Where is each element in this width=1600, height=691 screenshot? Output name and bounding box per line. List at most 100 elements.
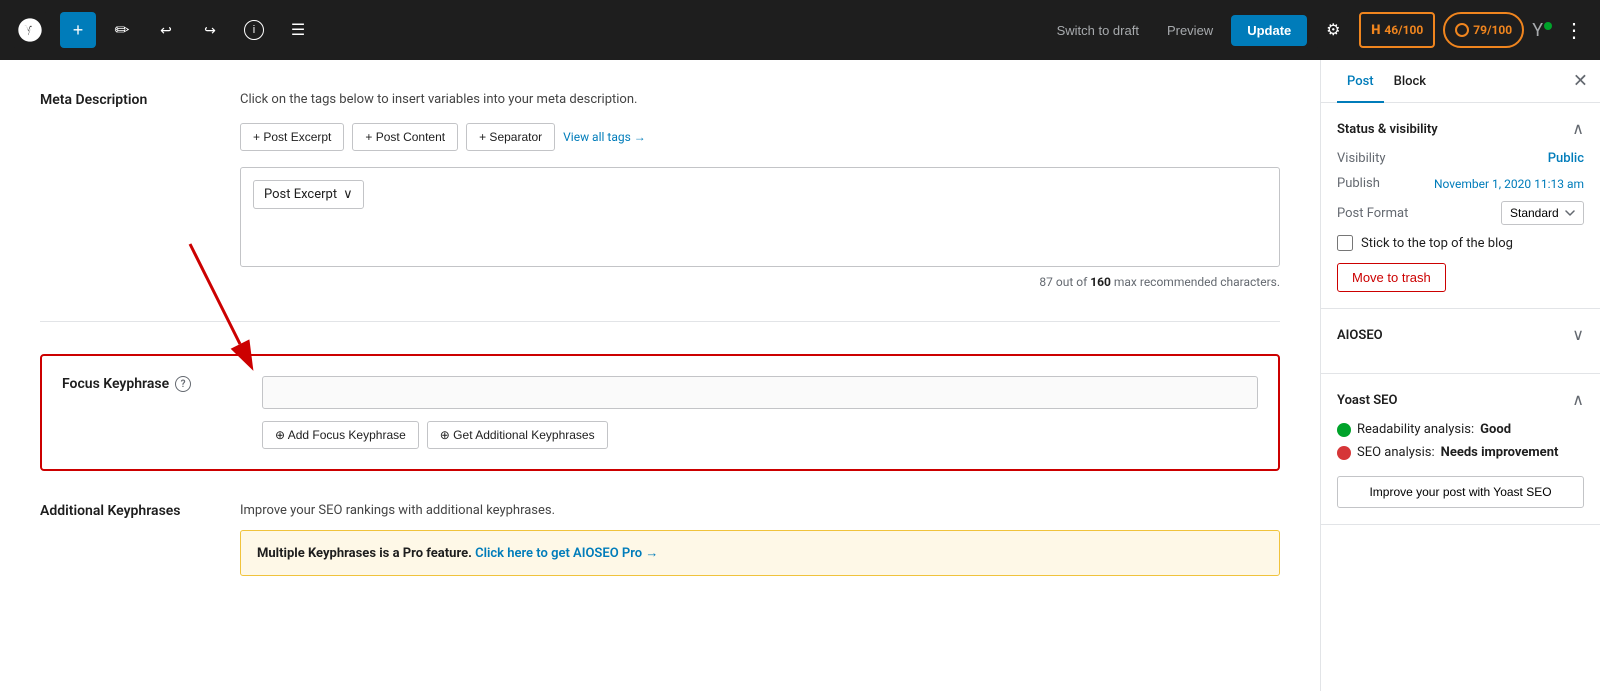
chevron-up-icon: ∧: [1572, 392, 1584, 409]
post-format-label: Post Format: [1337, 206, 1408, 221]
redo-icon: ↪: [204, 22, 216, 39]
yoast-badge[interactable]: Y: [1532, 20, 1552, 41]
chevron-up-icon: ∧: [1572, 121, 1584, 138]
undo-button[interactable]: ↩: [148, 12, 184, 48]
aioseo-collapse-button[interactable]: ∨: [1572, 325, 1584, 345]
ring-score-value: 79/100: [1473, 23, 1512, 37]
additional-keyphrases-label: Additional Keyphrases: [40, 503, 240, 576]
list-view-button[interactable]: ☰: [280, 12, 316, 48]
yoast-header: Yoast SEO ∧: [1337, 390, 1584, 410]
redo-button[interactable]: ↪: [192, 12, 228, 48]
post-format-row: Post Format Standard Aside Image Video Q…: [1337, 201, 1584, 225]
improve-yoast-button[interactable]: Improve your post with Yoast SEO: [1337, 476, 1584, 508]
separator-tag-button[interactable]: + Separator: [466, 123, 555, 151]
stick-to-top-checkbox[interactable]: [1337, 235, 1353, 251]
chevron-down-icon: ∨: [1572, 327, 1584, 344]
meta-editor[interactable]: Post Excerpt ∨: [240, 167, 1280, 267]
preview-button[interactable]: Preview: [1157, 17, 1223, 44]
char-count-max: 160: [1090, 275, 1111, 289]
post-excerpt-selector-label: Post Excerpt: [264, 187, 337, 202]
h-score-icon: H: [1371, 23, 1380, 38]
update-button[interactable]: Update: [1231, 15, 1307, 46]
char-count-suffix: max recommended characters.: [1111, 275, 1280, 289]
add-block-button[interactable]: +: [60, 12, 96, 48]
seo-analysis-row: SEO analysis: Needs improvement: [1337, 445, 1584, 460]
sidebar-tabs: Post Block ✕: [1321, 60, 1600, 103]
focus-keyphrase-buttons: ⊕ Add Focus Keyphrase ⊕ Get Additional K…: [262, 421, 1258, 449]
hemingway-score-badge[interactable]: H 46/100: [1359, 12, 1435, 48]
readability-row: Readability analysis: Good: [1337, 422, 1584, 437]
edit-tool-button[interactable]: ✏: [104, 12, 140, 48]
yoast-seo-section: Yoast SEO ∧ Readability analysis: Good S…: [1321, 374, 1600, 525]
additional-keyphrases-desc: Improve your SEO rankings with additiona…: [240, 503, 1280, 518]
pro-banner-text: Multiple Keyphrases is a Pro feature.: [257, 546, 472, 561]
seo-status-dot: [1337, 446, 1351, 460]
seo-value: Needs improvement: [1441, 445, 1559, 460]
plus-icon: +: [73, 20, 84, 41]
focus-keyphrase-title: Focus Keyphrase ?: [62, 376, 242, 392]
close-icon: ✕: [1573, 71, 1588, 91]
post-excerpt-selector[interactable]: Post Excerpt ∨: [253, 180, 364, 209]
post-format-select[interactable]: Standard Aside Image Video Quote Link Ga…: [1501, 201, 1584, 225]
yoast-title: Yoast SEO: [1337, 393, 1397, 408]
readability-label: Readability analysis:: [1357, 422, 1474, 437]
more-options-button[interactable]: ⋮: [1560, 14, 1588, 47]
pro-banner-link[interactable]: Click here to get AIOSEO Pro →: [475, 546, 658, 561]
view-all-tags-link[interactable]: View all tags →: [563, 123, 646, 151]
add-focus-keyphrase-button[interactable]: ⊕ Add Focus Keyphrase: [262, 421, 419, 449]
aioseo-section: AIOSEO ∨: [1321, 309, 1600, 374]
list-icon: ☰: [291, 20, 305, 40]
info-button[interactable]: i: [236, 12, 272, 48]
post-excerpt-tag-button[interactable]: + Post Excerpt: [240, 123, 344, 151]
tag-buttons-row: + Post Excerpt + Post Content + Separato…: [240, 123, 1280, 151]
status-visibility-section: Status & visibility ∧ Visibility Public …: [1321, 103, 1600, 309]
aioseo-score-badge[interactable]: 79/100: [1443, 12, 1524, 48]
toolbar-right: Switch to draft Preview Update ⚙ H 46/10…: [1047, 12, 1588, 48]
yoast-dot: [1544, 22, 1552, 30]
chevron-down-icon: ∨: [343, 187, 353, 202]
h-score-value: 46/100: [1384, 23, 1423, 37]
wordpress-logo[interactable]: W: [12, 12, 48, 48]
aioseo-header: AIOSEO ∨: [1337, 325, 1584, 345]
status-visibility-header: Status & visibility ∧: [1337, 119, 1584, 139]
additional-keyphrases-section: Additional Keyphrases Improve your SEO r…: [40, 503, 1280, 576]
post-content-tag-button[interactable]: + Post Content: [352, 123, 458, 151]
visibility-value[interactable]: Public: [1548, 151, 1584, 166]
yoast-collapse-button[interactable]: ∧: [1572, 390, 1584, 410]
meta-description-content: Click on the tags below to insert variab…: [240, 92, 1280, 289]
seo-label: SEO analysis:: [1357, 445, 1435, 460]
meta-desc-intro: Click on the tags below to insert variab…: [240, 92, 1280, 107]
additional-keyphrases-title: Additional Keyphrases: [40, 503, 220, 519]
content-area: Meta Description Click on the tags below…: [0, 60, 1320, 691]
switch-to-draft-button[interactable]: Switch to draft: [1047, 17, 1149, 44]
publish-date-value[interactable]: November 1, 2020 11:13 am: [1434, 177, 1584, 191]
help-icon[interactable]: ?: [175, 376, 191, 392]
move-to-trash-button[interactable]: Move to trash: [1337, 263, 1446, 292]
focus-keyphrase-input[interactable]: [262, 376, 1258, 409]
focus-keyphrase-content: ⊕ Add Focus Keyphrase ⊕ Get Additional K…: [262, 376, 1258, 449]
yoast-icon: Y: [1532, 20, 1543, 41]
visibility-label: Visibility: [1337, 151, 1386, 166]
char-count: 87 out of 160 max recommended characters…: [240, 275, 1280, 289]
stick-to-top-label: Stick to the top of the blog: [1361, 236, 1513, 251]
settings-gear-button[interactable]: ⚙: [1315, 12, 1351, 48]
red-arrow-svg: [160, 234, 280, 374]
status-visibility-collapse-button[interactable]: ∧: [1572, 119, 1584, 139]
char-count-current: 87 out of: [1039, 275, 1090, 289]
tab-post[interactable]: Post: [1337, 60, 1384, 103]
get-additional-keyphrases-button[interactable]: ⊕ Get Additional Keyphrases: [427, 421, 608, 449]
tab-block[interactable]: Block: [1384, 60, 1436, 103]
focus-keyphrase-label: Focus Keyphrase ?: [62, 376, 262, 449]
main-layout: Meta Description Click on the tags below…: [0, 60, 1600, 691]
sidebar-close-button[interactable]: ✕: [1573, 71, 1588, 92]
pro-banner: Multiple Keyphrases is a Pro feature. Cl…: [240, 530, 1280, 576]
readability-status-dot: [1337, 423, 1351, 437]
aioseo-title: AIOSEO: [1337, 328, 1383, 343]
status-visibility-title: Status & visibility: [1337, 122, 1438, 137]
toolbar: W + ✏ ↩ ↪ i ☰ Switch to draft Preview Up…: [0, 0, 1600, 60]
visibility-row: Visibility Public: [1337, 151, 1584, 166]
publish-row: Publish November 1, 2020 11:13 am: [1337, 176, 1584, 191]
stick-to-top-row: Stick to the top of the blog: [1337, 235, 1584, 251]
gear-icon: ⚙: [1326, 20, 1340, 40]
ring-icon: [1455, 23, 1469, 37]
